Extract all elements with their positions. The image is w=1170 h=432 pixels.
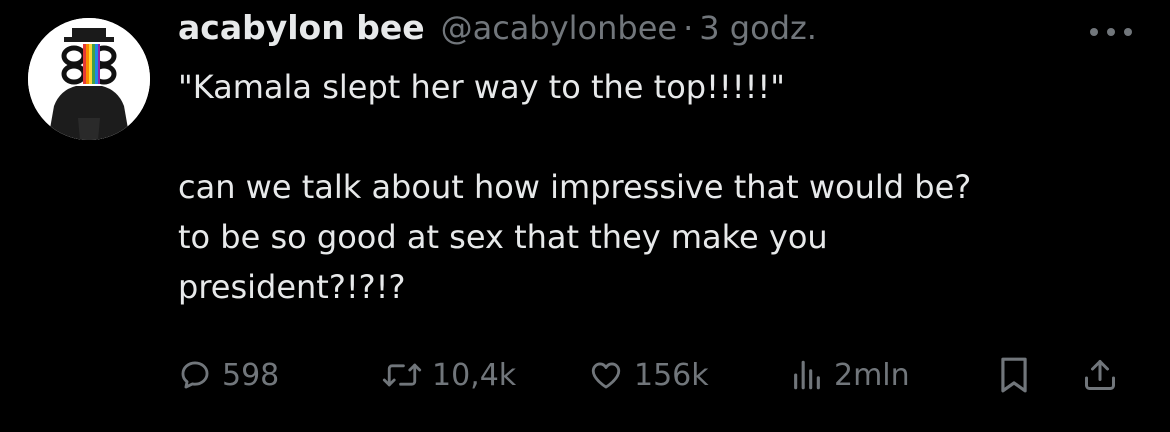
tweet-actions-bar: 598 10,4k 156k 2mln <box>178 350 1138 400</box>
author-handle[interactable]: @acabylonbee <box>441 9 678 47</box>
views-count: 2mln <box>834 357 910 393</box>
reply-button[interactable]: 598 <box>178 350 279 400</box>
heart-icon <box>591 362 621 389</box>
avatar[interactable] <box>28 18 150 140</box>
author-name[interactable]: acabylon bee <box>178 8 425 47</box>
more-options-button[interactable] <box>1086 20 1136 44</box>
retweet-icon <box>382 363 422 387</box>
tweet-line: to be so good at sex that they make you <box>178 218 828 256</box>
tweet-text: "Kamala slept her way to the top!!!!!" c… <box>178 62 1138 312</box>
bookmark-icon <box>1001 357 1027 393</box>
views-button[interactable]: 2mln <box>790 350 910 400</box>
reply-icon <box>181 361 209 389</box>
like-button[interactable]: 156k <box>588 350 709 400</box>
tweet-timestamp[interactable]: 3 godz. <box>699 9 817 47</box>
retweet-button[interactable]: 10,4k <box>382 350 516 400</box>
reply-count: 598 <box>222 357 280 393</box>
tweet-line: can we talk about how impressive that wo… <box>178 168 972 206</box>
more-horizontal-icon <box>1090 28 1132 36</box>
tweet-line: "Kamala slept her way to the top!!!!!" <box>178 68 785 106</box>
like-count: 156k <box>634 357 709 393</box>
views-chart-icon <box>794 360 820 390</box>
share-button[interactable] <box>1082 350 1118 400</box>
retweet-count: 10,4k <box>432 357 517 393</box>
tweet-header: acabylon bee @acabylonbee · 3 godz. <box>178 8 817 58</box>
separator-dot: · <box>683 9 694 47</box>
tweet-line: president?!?!? <box>178 268 406 306</box>
avatar-image <box>28 18 150 140</box>
bookmark-button[interactable] <box>998 350 1030 400</box>
share-icon <box>1085 360 1115 390</box>
